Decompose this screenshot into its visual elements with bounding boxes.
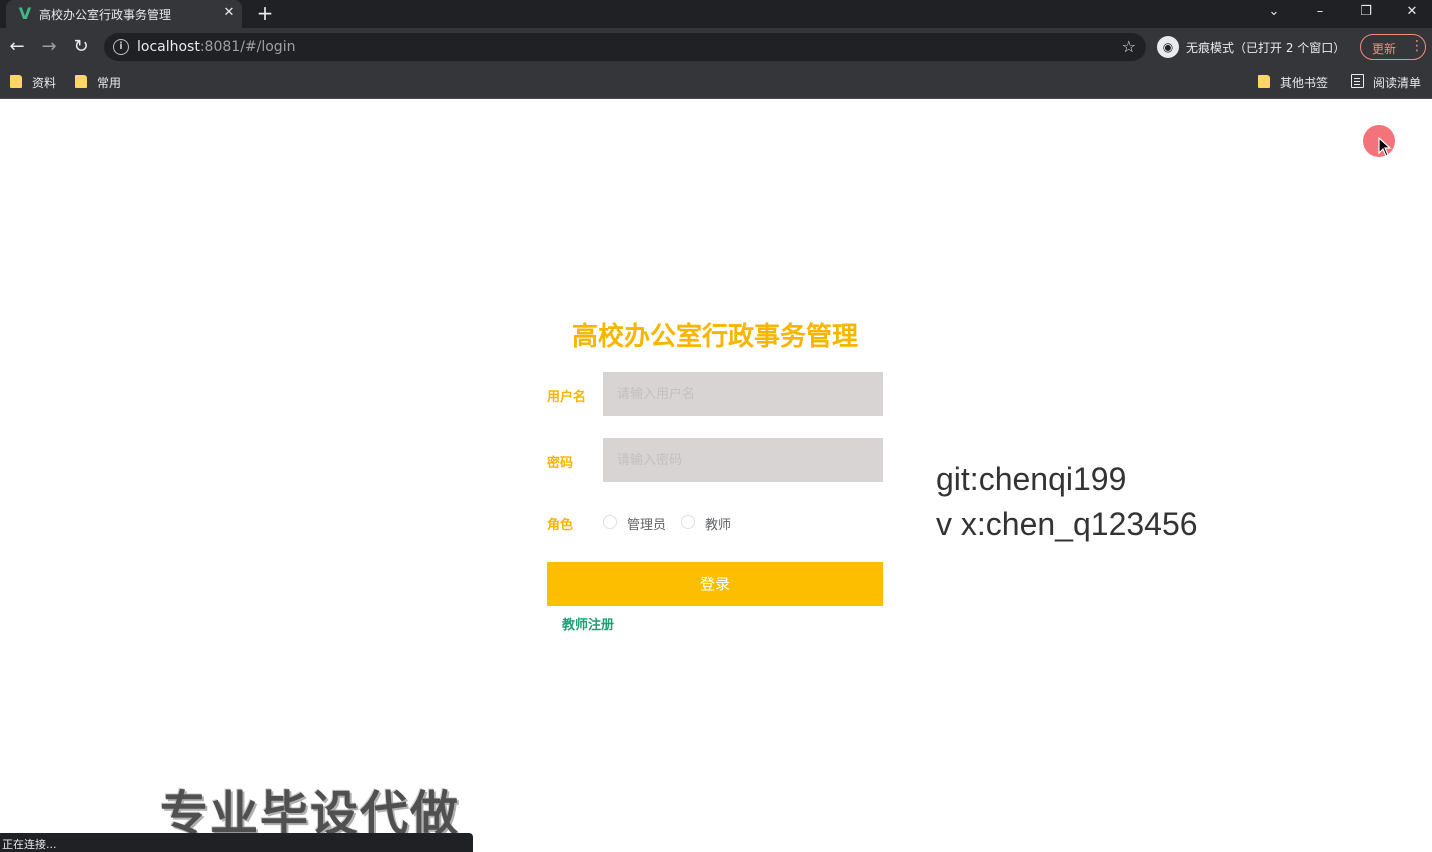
folder-icon bbox=[10, 75, 22, 88]
tab-strip: V 高校办公室行政事务管理 ✕ + ⌄ – ❐ ✕ bbox=[0, 0, 1432, 28]
reload-icon[interactable]: ↻ bbox=[70, 36, 92, 58]
tab-search-chevron-icon[interactable]: ⌄ bbox=[1262, 2, 1286, 22]
incognito-icon: ◉ bbox=[1157, 36, 1179, 58]
login-title: 高校办公室行政事务管理 bbox=[571, 322, 858, 352]
page-content: 高校办公室行政事务管理 用户名 密码 角色 管理员 教师 登录 教师注册 git… bbox=[0, 99, 1432, 852]
status-text: 正在连接... bbox=[2, 838, 57, 851]
back-arrow-icon[interactable]: ← bbox=[6, 36, 28, 58]
login-button[interactable]: 登录 bbox=[547, 562, 883, 606]
url-text[interactable]: localhost:8081/#/login bbox=[137, 39, 295, 55]
overlay-contact-text: v x:chen_q123456 bbox=[936, 506, 1198, 542]
reading-list-icon bbox=[1351, 74, 1364, 88]
bookmark-label: 常用 bbox=[97, 76, 122, 90]
radio-teacher[interactable] bbox=[681, 515, 695, 529]
site-info-icon[interactable]: i bbox=[113, 39, 129, 55]
browser-chrome: V 高校办公室行政事务管理 ✕ + ⌄ – ❐ ✕ ← → ↻ i localh… bbox=[0, 0, 1432, 99]
new-tab-button[interactable]: + bbox=[254, 2, 276, 24]
radio-teacher-label[interactable]: 教师 bbox=[705, 514, 731, 533]
overlay-git-text: git:chenqi199 bbox=[936, 461, 1127, 497]
url-path: :8081/#/login bbox=[199, 39, 296, 55]
username-input[interactable] bbox=[603, 372, 883, 416]
incognito-label: 无痕模式（已打开 2 个窗口） bbox=[1186, 41, 1346, 55]
folder-icon bbox=[75, 75, 87, 88]
password-input[interactable] bbox=[603, 438, 883, 482]
restore-icon[interactable]: ❐ bbox=[1354, 2, 1378, 22]
bookmarks-bar: 资料 常用 其他书签 阅读清单 bbox=[0, 66, 1432, 99]
more-menu-icon: ⋮ bbox=[1410, 38, 1424, 54]
bookmark-label: 资料 bbox=[32, 76, 57, 90]
radio-admin[interactable] bbox=[603, 515, 617, 529]
update-label: 更新 bbox=[1372, 42, 1397, 56]
username-label: 用户名 bbox=[547, 390, 587, 405]
password-label: 密码 bbox=[547, 456, 574, 471]
vue-logo-icon: V bbox=[18, 4, 32, 23]
bookmark-label: 阅读清单 bbox=[1373, 76, 1422, 90]
bookmark-label: 其他书签 bbox=[1280, 76, 1329, 90]
url-host: localhost bbox=[137, 39, 200, 55]
role-label: 角色 bbox=[547, 518, 574, 533]
update-button[interactable]: 更新 ⋮ bbox=[1360, 34, 1426, 60]
radio-admin-label[interactable]: 管理员 bbox=[627, 514, 666, 533]
forward-arrow-icon[interactable]: → bbox=[38, 36, 60, 58]
teacher-register-link[interactable]: 教师注册 bbox=[562, 614, 614, 633]
bookmark-star-icon[interactable]: ☆ bbox=[1122, 37, 1136, 56]
tab-title: 高校办公室行政事务管理 bbox=[39, 8, 172, 22]
minimize-icon[interactable]: – bbox=[1308, 2, 1332, 22]
browser-toolbar: ← → ↻ i localhost:8081/#/login ☆ ◉ 无痕模式（… bbox=[0, 28, 1432, 66]
window-close-icon[interactable]: ✕ bbox=[1400, 2, 1424, 22]
browser-tab-active[interactable]: V 高校办公室行政事务管理 ✕ bbox=[6, 0, 242, 28]
folder-icon bbox=[1258, 75, 1270, 88]
status-bar: 正在连接... bbox=[0, 833, 473, 852]
tab-close-icon[interactable]: ✕ bbox=[220, 4, 238, 22]
incognito-indicator[interactable]: ◉ 无痕模式（已打开 2 个窗口） bbox=[1154, 33, 1354, 61]
address-bar[interactable]: i localhost:8081/#/login ☆ bbox=[104, 33, 1146, 61]
